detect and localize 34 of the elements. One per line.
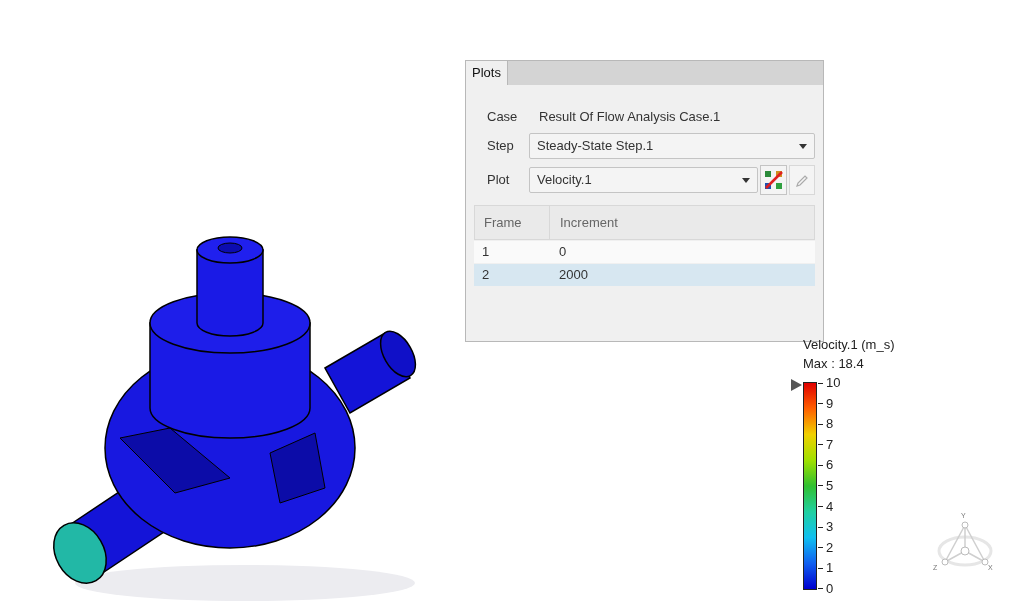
crossed-chart-icon: [763, 170, 784, 190]
scale-tick-label: 3: [818, 520, 841, 535]
scale-tick-label: 9: [818, 396, 841, 411]
scale-tick-label: 7: [818, 437, 841, 452]
scale-tick-label: 4: [818, 499, 841, 514]
max-marker-icon: [790, 378, 804, 392]
tab[interactable]: Plots: [466, 61, 508, 85]
caret-icon: [799, 143, 807, 149]
table-row[interactable]: 2 2000: [474, 264, 815, 286]
step-dropdown[interactable]: Steady-State Step.1: [529, 133, 815, 159]
plot-dropdown[interactable]: Velocity.1: [529, 167, 758, 193]
scale-tick-label: 0: [818, 581, 841, 596]
table-cell-text: 1: [481, 243, 491, 262]
scale-tick-label: 5: [818, 478, 841, 493]
caret-icon: [742, 177, 750, 183]
scale-tick-label: 1: [818, 561, 841, 576]
scale-tick-label: 2: [818, 540, 841, 555]
legend-title: Velocity.1 (m_s): [803, 336, 895, 354]
column-header: Frame: [475, 206, 550, 239]
table-cell-text: 2000: [558, 266, 589, 285]
case-value: Result Of Flow Analysis Case.1: [539, 108, 721, 127]
column-header: Increment: [559, 213, 619, 232]
plot-toggle-button[interactable]: [760, 165, 787, 195]
scale-tick-label: 6: [818, 458, 841, 473]
field-label: Case: [486, 108, 519, 127]
field-label: Plot: [486, 171, 511, 190]
field-label: Step: [486, 137, 515, 156]
scale-tick-label: 10: [818, 376, 841, 390]
pencil-icon: [795, 173, 809, 187]
legend-max: Max : 18.4: [803, 355, 865, 373]
table-cell-text: 2: [481, 266, 491, 285]
table-row[interactable]: 1 0: [474, 241, 815, 263]
table-cell-text: 0: [558, 243, 568, 262]
scale-tick-label: 8: [818, 417, 841, 432]
